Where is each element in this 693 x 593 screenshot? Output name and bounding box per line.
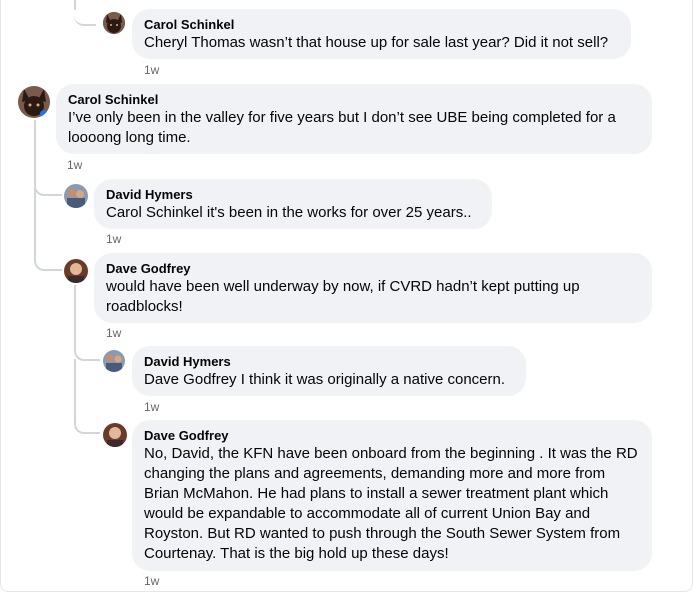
- comment-author[interactable]: Carol Schinkel: [144, 17, 619, 33]
- photo-avatar[interactable]: [103, 350, 125, 372]
- comment-text: I’ve only been in the valley for five ye…: [68, 109, 616, 146]
- comment-bubble: David Hymers Carol Schinkel it's been in…: [94, 179, 492, 229]
- comment-bubble: Carol Schinkel Cheryl Thomas wasn’t that…: [132, 9, 631, 59]
- cat-avatar[interactable]: [18, 86, 50, 118]
- comment-timestamp[interactable]: 1w: [144, 399, 159, 415]
- thread-line: [74, 285, 76, 345]
- comment-text: Carol Schinkel it's been in the works fo…: [106, 204, 472, 221]
- comment-timestamp[interactable]: 1w: [144, 573, 159, 589]
- thread-connector: [34, 180, 62, 196]
- portrait-avatar[interactable]: [103, 423, 127, 447]
- comment-text: Dave Godfrey I think it was originally a…: [144, 371, 506, 388]
- portrait-avatar[interactable]: [64, 259, 88, 283]
- comment-timestamp[interactable]: 1w: [144, 62, 159, 78]
- photo-avatar[interactable]: [64, 184, 88, 208]
- comment-text: Cheryl Thomas wasn’t that house up for s…: [144, 34, 609, 51]
- comment-bubble: Carol Schinkel I’ve only been in the val…: [56, 84, 652, 154]
- thread-line: [74, 359, 76, 419]
- thread-connector: [74, 345, 100, 361]
- comment-author[interactable]: Dave Godfrey: [106, 261, 640, 277]
- thread-connector: [74, 0, 96, 26]
- comment-bubble: Dave Godfrey would have been well underw…: [94, 253, 652, 323]
- comment-timestamp[interactable]: 1w: [106, 231, 121, 247]
- comment-text: No, David, the KFN have been onboard fro…: [144, 445, 638, 562]
- thread-connector: [34, 255, 62, 271]
- comment-author[interactable]: Dave Godfrey: [144, 428, 640, 444]
- thread-connector: [74, 418, 100, 434]
- comment-bubble: David Hymers Dave Godfrey I think it was…: [132, 346, 526, 396]
- comment-author[interactable]: David Hymers: [144, 354, 514, 370]
- comment-author[interactable]: Carol Schinkel: [68, 92, 640, 108]
- cat-avatar[interactable]: [103, 12, 125, 34]
- comment-timestamp[interactable]: 1w: [106, 325, 121, 341]
- comment-timestamp[interactable]: 1w: [67, 157, 82, 173]
- comment-text: would have been well underway by now, if…: [106, 278, 580, 315]
- comment-bubble: Dave Godfrey No, David, the KFN have bee…: [132, 420, 652, 571]
- comment-author[interactable]: David Hymers: [106, 187, 480, 203]
